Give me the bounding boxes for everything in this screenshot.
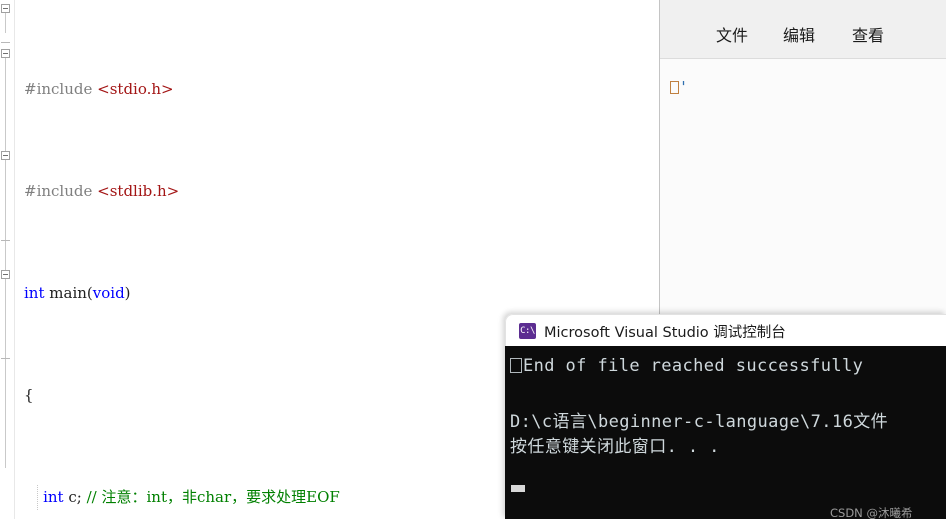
fold-box-if-block[interactable]: [1, 151, 10, 160]
token-void: void: [92, 283, 125, 302]
fold-region-end-tick: [1, 358, 10, 359]
menu-item-file[interactable]: 文件: [716, 22, 748, 46]
fold-guide-line: [5, 13, 6, 33]
console-title: Microsoft Visual Studio 调试控制台: [544, 325, 786, 341]
notepad-apostrophe: ': [679, 78, 689, 96]
console-cursor: [511, 485, 525, 492]
console-app-icon: C:\: [519, 323, 536, 339]
console-line-text: End of file reached successfully: [523, 356, 864, 376]
token-include: #include: [24, 181, 93, 200]
token-semicolon: ;: [76, 487, 82, 506]
fold-guide-line: [5, 58, 6, 468]
debug-console-window[interactable]: C:\ Microsoft Visual Studio 调试控制台 End of…: [505, 314, 946, 519]
console-titlebar[interactable]: C:\ Microsoft Visual Studio 调试控制台: [505, 314, 946, 346]
token-comment-int-note: // 注意：int，非char，要求处理EOF: [86, 487, 340, 506]
token-open-brace: {: [24, 385, 34, 404]
menu-item-edit[interactable]: 编辑: [783, 22, 815, 46]
token-include: #include: [24, 79, 93, 98]
token-int: int: [43, 487, 64, 506]
tofu-glyph-icon: [510, 358, 522, 373]
code-line[interactable]: #include <stdio.h>: [14, 77, 660, 103]
console-output-area[interactable]: End of file reached successfully D:\c语言\…: [505, 346, 946, 519]
editor-gutter[interactable]: [0, 0, 15, 519]
fold-box-include-region[interactable]: [1, 4, 10, 13]
token-stdlib-header: <stdlib.h>: [97, 181, 180, 200]
notepad-menubar[interactable]: 文件 编辑 查看: [660, 0, 946, 59]
token-variable-c: c: [68, 487, 77, 506]
tofu-glyph-icon: [670, 81, 679, 94]
notepad-content[interactable]: ': [670, 78, 688, 96]
csdn-watermark: CSDN @沐曦希: [830, 506, 913, 519]
token-paren-close: ): [124, 283, 131, 302]
menu-item-view[interactable]: 查看: [852, 22, 884, 46]
code-line[interactable]: int main(void): [14, 281, 660, 307]
fold-box-while-block[interactable]: [1, 270, 10, 279]
code-line[interactable]: #include <stdlib.h>: [14, 179, 660, 205]
fold-region-end-tick: [1, 42, 10, 43]
fold-region-end-tick: [1, 240, 10, 241]
indent-guide: [37, 484, 38, 510]
token-int: int: [24, 283, 45, 302]
token-stdio-header: <stdio.h>: [97, 79, 174, 98]
console-line: D:\c语言\beginner-c-language\7.16文件: [510, 412, 889, 432]
console-line: 按任意键关闭此窗口. . .: [510, 437, 720, 457]
console-line: End of file reached successfully: [510, 356, 863, 376]
token-main: main: [49, 283, 87, 302]
fold-box-main-function[interactable]: [1, 49, 10, 58]
